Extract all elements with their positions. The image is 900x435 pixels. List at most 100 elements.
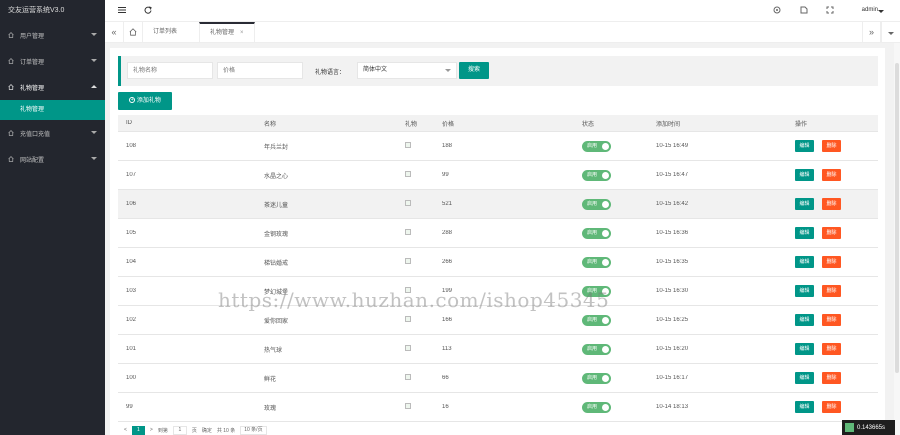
performance-badge: 0.143665s: [842, 420, 895, 435]
cell-id: 107: [126, 172, 137, 178]
sidebar-item-gifts[interactable]: 礼物管理: [0, 74, 105, 100]
delete-button[interactable]: 删除: [822, 169, 841, 181]
edit-button[interactable]: 编辑: [795, 343, 814, 355]
page-scrollbar[interactable]: [894, 43, 900, 435]
cell-time: 10-15 16:20: [656, 346, 689, 352]
theme-icon[interactable]: [772, 6, 782, 16]
user-menu[interactable]: admin: [862, 7, 878, 13]
edit-button[interactable]: 编辑: [795, 256, 814, 268]
filter-bar: 礼物语言： 简体中文 搜索: [118, 56, 878, 86]
goto-confirm-button[interactable]: 确定: [202, 427, 212, 434]
status-toggle[interactable]: 启用: [582, 372, 611, 384]
cell-price: 521: [442, 201, 453, 207]
cell-pic: [397, 258, 434, 266]
table-body: 108 年兵兰封 188 启用 10-15 16:49 编辑 删除 107 水晶之心 99 启用 10…: [118, 132, 878, 422]
cell-time: 10-15 16:35: [656, 259, 689, 265]
edit-button[interactable]: 编辑: [795, 169, 814, 181]
delete-button[interactable]: 删除: [822, 256, 841, 268]
current-page[interactable]: 1: [131, 425, 145, 435]
status-toggle[interactable]: 启用: [582, 140, 611, 152]
cell-id: 100: [126, 375, 137, 381]
gift-name-input[interactable]: [127, 62, 213, 79]
cell-price: 113: [442, 346, 452, 352]
edit-button[interactable]: 编辑: [795, 401, 814, 413]
search-button[interactable]: 搜索: [459, 62, 489, 79]
close-icon[interactable]: ×: [240, 30, 244, 36]
sidebar-item-orders[interactable]: 订单管理: [0, 48, 105, 74]
col-time: 添加时间: [656, 121, 681, 128]
fullscreen-icon[interactable]: [825, 6, 835, 16]
cell-name: 梯钻婚戒: [264, 260, 289, 267]
broken-image-icon: [405, 345, 411, 351]
tabs-menu-chevron-down-icon[interactable]: [881, 22, 900, 42]
refresh-icon[interactable]: [143, 6, 153, 16]
cell-name: 茶迷儿童: [264, 202, 289, 209]
tabs-scroll-left-icon[interactable]: «: [105, 22, 124, 42]
price-input[interactable]: [217, 62, 303, 79]
sidebar-item-recharge[interactable]: 充值口充值: [0, 120, 105, 146]
delete-button[interactable]: 删除: [822, 227, 841, 239]
edit-button[interactable]: 编辑: [795, 227, 814, 239]
tab-order-list[interactable]: 订单列表: [143, 22, 187, 42]
edit-button[interactable]: 编辑: [795, 285, 814, 297]
broken-image-icon: [405, 142, 411, 148]
cell-price: 99: [442, 172, 449, 178]
toggle-knob: [602, 374, 609, 382]
edit-button[interactable]: 编辑: [795, 198, 814, 210]
note-icon[interactable]: [799, 6, 809, 16]
delete-button[interactable]: 删除: [822, 314, 841, 326]
goto-page-input[interactable]: 1: [172, 425, 187, 435]
cell-status: 启用: [574, 314, 648, 326]
tab-bar: « 订单列表 礼物管理 × »: [105, 22, 900, 43]
broken-image-icon: [405, 374, 411, 380]
status-toggle[interactable]: 启用: [582, 343, 611, 355]
next-page-icon[interactable]: >: [150, 427, 153, 433]
broken-image-icon: [405, 316, 411, 322]
broken-image-icon: [405, 171, 411, 177]
toggle-knob: [602, 345, 609, 353]
tab-label: 订单列表: [153, 29, 178, 35]
cell-pic: [397, 345, 434, 353]
status-toggle[interactable]: 启用: [582, 314, 611, 326]
cell-name: 水晶之心: [264, 173, 289, 180]
cell-name: 热气球: [264, 347, 283, 354]
delete-button[interactable]: 删除: [822, 401, 841, 413]
page-size-select[interactable]: 10 条/页: [240, 425, 267, 435]
delete-button[interactable]: 删除: [822, 285, 841, 297]
status-toggle[interactable]: 启用: [582, 256, 611, 268]
table-row: 101 热气球 113 启用 10-15 16:20 编辑 删除: [118, 335, 878, 364]
status-toggle[interactable]: 启用: [582, 227, 611, 239]
table-row: 100 鲜花 66 启用 10-15 16:17 编辑 删除: [118, 364, 878, 393]
col-id[interactable]: ID: [118, 120, 256, 126]
toggle-label: 启用: [587, 345, 598, 352]
delete-button[interactable]: 删除: [822, 198, 841, 210]
sidebar-item-site-config[interactable]: 网站配置: [0, 146, 105, 172]
sidebar-item-label: 礼物管理: [20, 85, 45, 92]
sidebar-item-users[interactable]: 用户管理: [0, 22, 105, 48]
menu-toggle-icon[interactable]: [117, 6, 127, 16]
status-toggle[interactable]: 启用: [582, 198, 611, 210]
status-toggle[interactable]: 启用: [582, 401, 611, 413]
edit-button[interactable]: 编辑: [795, 140, 814, 152]
col-status: 状态: [582, 121, 595, 128]
scrollbar-thumb[interactable]: [895, 63, 899, 373]
sidebar-subitem-gift-manage[interactable]: 礼物管理: [0, 100, 105, 120]
delete-button[interactable]: 删除: [822, 343, 841, 355]
cell-time: 10-15 16:49: [656, 143, 689, 149]
home-tab[interactable]: [124, 22, 143, 42]
edit-button[interactable]: 编辑: [795, 314, 814, 326]
chevron-down-icon: [91, 33, 97, 36]
prev-page-icon[interactable]: <: [124, 427, 127, 433]
cell-ops: 编辑 删除: [787, 256, 878, 268]
language-select[interactable]: 简体中文: [357, 62, 457, 79]
tabs-scroll-right-icon[interactable]: »: [862, 22, 881, 42]
toggle-knob: [602, 403, 609, 411]
add-gift-label: 添加礼物: [136, 98, 161, 104]
cell-ops: 编辑 删除: [787, 227, 878, 239]
add-gift-button[interactable]: + 添加礼物: [118, 92, 172, 110]
tab-gift-manage[interactable]: 礼物管理 ×: [199, 22, 255, 42]
edit-button[interactable]: 编辑: [795, 372, 814, 384]
status-toggle[interactable]: 启用: [582, 169, 611, 181]
delete-button[interactable]: 删除: [822, 372, 841, 384]
delete-button[interactable]: 删除: [822, 140, 841, 152]
